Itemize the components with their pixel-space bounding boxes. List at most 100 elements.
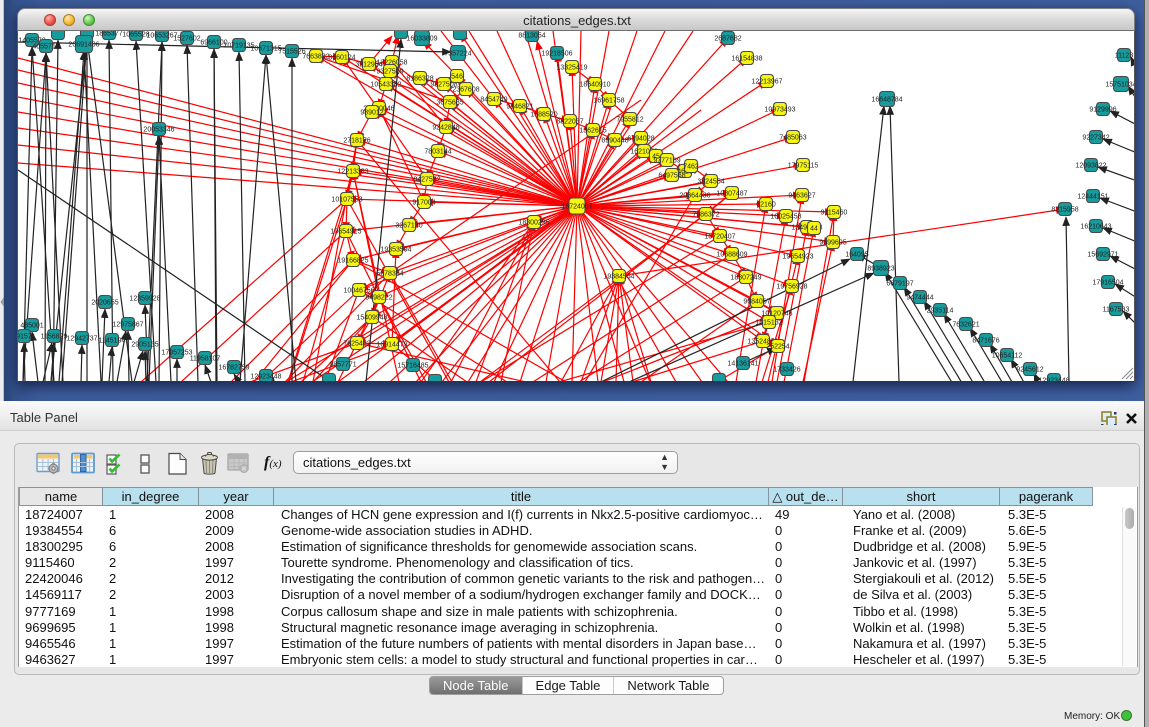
svg-text:8471676: 8471676	[972, 338, 999, 345]
svg-text:3824554: 3824554	[697, 179, 724, 186]
svg-text:252254: 252254	[766, 344, 789, 351]
svg-text:917004: 917004	[412, 200, 435, 207]
svg-text:19166825: 19166825	[337, 258, 368, 265]
svg-text:12942737: 12942737	[66, 336, 97, 343]
svg-text:7986372: 7986372	[692, 212, 719, 219]
svg-text:5678354: 5678354	[376, 271, 403, 278]
svg-text:18724007: 18724007	[561, 204, 592, 211]
svg-text:18640910: 18640910	[579, 82, 610, 89]
svg-text:15720407: 15720407	[704, 234, 735, 241]
svg-text:9498222: 9498222	[365, 295, 392, 302]
svg-text:9777169: 9777169	[653, 158, 680, 165]
svg-text:15751034: 15751034	[1105, 82, 1135, 89]
svg-text:9327509: 9327509	[376, 69, 403, 76]
svg-text:10688609: 10688609	[716, 252, 747, 259]
svg-text:3267130: 3267130	[395, 223, 422, 230]
svg-text:7632621: 7632621	[952, 322, 979, 329]
svg-text:9129996: 9129996	[1089, 107, 1116, 114]
svg-text:16210643: 16210643	[1080, 224, 1111, 231]
svg-text:9463627: 9463627	[788, 193, 815, 200]
svg-text:1145194: 1145194	[99, 338, 126, 345]
svg-text:7462: 7462	[683, 164, 699, 171]
svg-text:13325419: 13325419	[556, 65, 587, 72]
svg-text:10543382: 10543382	[370, 82, 401, 89]
svg-text:10654112: 10654112	[992, 353, 1023, 360]
svg-text:9474444: 9474444	[906, 295, 933, 302]
svg-text:2718176: 2718176	[343, 138, 370, 145]
svg-text:9857771: 9857771	[329, 362, 356, 369]
svg-text:9227342: 9227342	[1082, 135, 1109, 142]
svg-text:15409948: 15409948	[356, 315, 387, 322]
svg-text:20691406: 20691406	[68, 42, 99, 49]
svg-text:8813054: 8813054	[518, 33, 545, 40]
svg-text:2905135: 2905135	[131, 342, 158, 349]
svg-text:485001: 485001	[20, 323, 43, 330]
svg-text:12444151: 12444151	[1077, 194, 1108, 201]
svg-text:20364436: 20364436	[679, 193, 710, 200]
svg-text:16033809: 16033809	[406, 36, 437, 43]
svg-text:7357224: 7357224	[444, 51, 471, 58]
svg-text:391571: 391571	[18, 334, 36, 341]
svg-text:2020655: 2020655	[91, 300, 118, 307]
svg-text:11123: 11123	[1115, 53, 1134, 60]
svg-text:16154838: 16154838	[731, 56, 762, 63]
svg-text:12975867: 12975867	[112, 322, 143, 329]
svg-text:1588520: 1588520	[530, 112, 557, 119]
svg-text:19654923: 19654923	[782, 254, 813, 261]
svg-text:8938923: 8938923	[867, 266, 894, 273]
svg-text:12213967: 12213967	[751, 79, 782, 86]
svg-text:10025458: 10025458	[770, 214, 801, 221]
svg-text:11958107: 11958107	[190, 356, 221, 363]
svg-text:9245612: 9245612	[1016, 367, 1043, 374]
svg-text:8215958: 8215958	[1051, 207, 1078, 214]
svg-text:62160: 62160	[756, 202, 776, 209]
svg-text:1527602: 1527602	[173, 36, 200, 43]
svg-text:10107553: 10107553	[331, 197, 362, 204]
svg-text:19218506: 19218506	[541, 51, 572, 58]
svg-text:10807487: 10807487	[716, 191, 747, 198]
svg-text:12213383: 12213383	[337, 169, 368, 176]
svg-text:8990448: 8990448	[601, 138, 628, 145]
svg-text:9146821: 9146821	[506, 104, 533, 111]
svg-text:18807249: 18807249	[730, 275, 761, 282]
svg-text:2367608: 2367608	[452, 87, 479, 94]
svg-text:1733426: 1733426	[773, 367, 800, 374]
svg-text:3675685: 3675685	[436, 100, 463, 107]
svg-text:6794028: 6794028	[627, 136, 654, 143]
svg-text:16914479: 16914479	[376, 342, 407, 349]
svg-text:19756928: 19756928	[776, 284, 807, 291]
svg-text:1156829: 1156829	[41, 334, 68, 341]
svg-text:1167533: 1167533	[1103, 307, 1130, 314]
svg-text:17916504: 17916504	[1092, 280, 1123, 287]
svg-text:20053346: 20053346	[143, 127, 174, 134]
svg-text:546: 546	[451, 74, 463, 81]
svg-text:12093822: 12093822	[1075, 163, 1106, 170]
svg-text:7625462: 7625462	[343, 341, 370, 348]
svg-text:8454749: 8454749	[480, 97, 507, 104]
svg-text:10973493: 10973493	[764, 107, 795, 114]
svg-text:1615132: 1615132	[755, 320, 782, 327]
svg-text:12923448: 12923448	[250, 374, 281, 381]
svg-text:17957253: 17957253	[161, 350, 192, 357]
svg-text:10671315: 10671315	[250, 46, 281, 53]
svg-text:44: 44	[810, 226, 818, 233]
svg-text:7803144: 7803144	[424, 149, 451, 156]
svg-text:10046756: 10046756	[343, 288, 374, 295]
svg-text:9115460: 9115460	[821, 210, 848, 217]
svg-text:12923448: 12923448	[1038, 378, 1069, 383]
svg-text:6679197: 6679197	[886, 281, 913, 288]
svg-text:15716485: 15716485	[397, 363, 428, 370]
svg-text:18300295: 18300295	[518, 220, 549, 227]
svg-text:2935114: 2935114	[927, 308, 954, 315]
svg-text:12359928: 12359928	[129, 296, 160, 303]
svg-text:19384554: 19384554	[603, 274, 634, 281]
svg-text:17975115: 17975115	[788, 163, 819, 170]
svg-text:1362615: 1362615	[579, 128, 606, 135]
svg-text:7955812: 7955812	[616, 117, 643, 124]
svg-text:19654915: 19654915	[330, 229, 361, 236]
svg-text:16961758: 16961758	[593, 98, 624, 105]
svg-text:8660124: 8660124	[328, 55, 355, 62]
svg-text:989012: 989012	[360, 110, 383, 117]
svg-text:19353594: 19353594	[380, 247, 411, 254]
svg-text:9699695: 9699695	[819, 240, 846, 247]
